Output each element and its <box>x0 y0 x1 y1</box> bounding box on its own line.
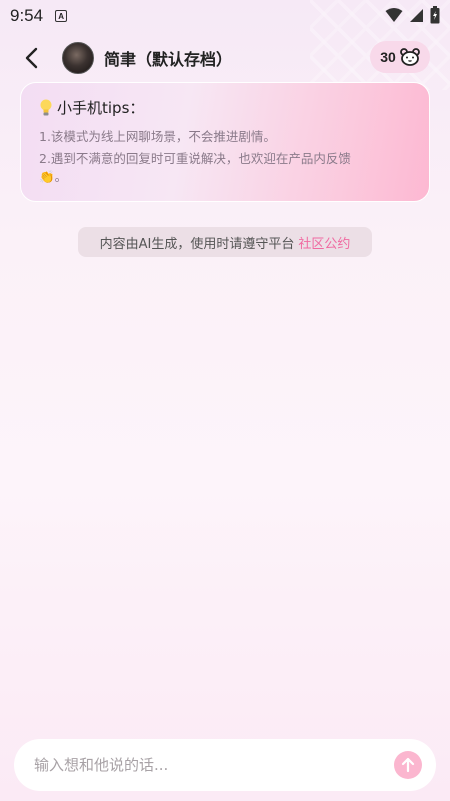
status-bar: 9:54 A <box>0 0 450 32</box>
points-badge[interactable]: 30 <box>370 41 430 73</box>
arrow-up-icon <box>401 757 415 773</box>
tips-title-row: 小手机tips： <box>39 97 411 118</box>
status-icons <box>385 6 440 24</box>
character-name[interactable]: 简聿（默认存档） <box>104 46 232 70</box>
character-avatar[interactable] <box>62 42 94 74</box>
bear-icon <box>399 48 420 66</box>
ai-content-notice: 内容由AI生成，使用时请遵守平台 社区公约 <box>78 227 372 257</box>
battery-icon <box>430 6 440 24</box>
notice-text: 内容由AI生成，使用时请遵守平台 <box>99 236 295 252</box>
message-input[interactable] <box>34 756 394 774</box>
tips-line-3: 👏。 <box>39 169 68 185</box>
send-button[interactable] <box>394 751 422 779</box>
tips-title: 小手机tips： <box>57 99 145 117</box>
message-composer <box>14 739 436 791</box>
status-time: 9:54 <box>10 6 44 25</box>
tips-line-1: 1.该模式为线上网聊场景，不会推进剧情。 <box>39 129 276 144</box>
wifi-icon <box>385 8 403 22</box>
back-button[interactable] <box>16 43 46 73</box>
tips-line-2: 2.遇到不满意的回复时可重说解决，也欢迎在产品内反馈 <box>39 151 351 167</box>
community-guidelines-link[interactable]: 社区公约 <box>298 233 350 252</box>
notification-icon: A <box>55 10 68 22</box>
lightbulb-icon <box>40 99 52 115</box>
chat-header: 简聿（默认存档） 30 <box>0 36 450 80</box>
signal-icon <box>410 9 423 22</box>
chevron-left-icon <box>25 47 38 69</box>
points-value: 30 <box>380 49 396 65</box>
tips-card: 小手机tips： 1.该模式为线上网聊场景，不会推进剧情。 2.遇到不满意的回复… <box>20 82 430 202</box>
